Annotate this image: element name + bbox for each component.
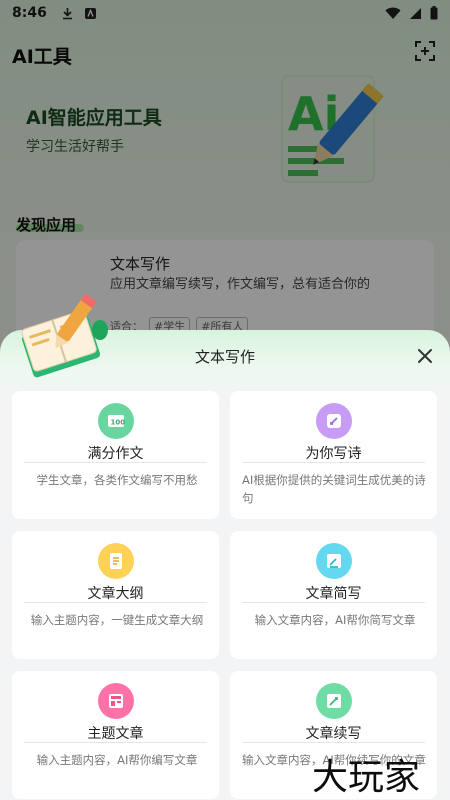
tool-name: 主题文章 [87, 726, 144, 742]
divider [242, 742, 425, 743]
tool-card-full-score-essay[interactable]: 100 满分作文 学生文章，各类作文编写不用愁 [12, 391, 219, 519]
tool-name: 文章续写 [305, 726, 362, 742]
tool-desc: 输入主题内容，一键生成文章大纲 [30, 613, 204, 627]
tool-card-article-simplify[interactable]: 文章简写 输入文章内容，AI帮你简写文章 [230, 531, 437, 659]
tool-desc: AI根据你提供的关键词生成优美的诗句 [242, 473, 426, 505]
poem-icon [316, 403, 352, 439]
topic-icon [98, 683, 134, 719]
outline-icon [98, 543, 134, 579]
tool-desc: 输入文章内容，AI帮你简写文章 [254, 613, 416, 627]
tool-name: 文章简写 [305, 586, 362, 602]
svg-text:100: 100 [111, 419, 126, 427]
divider [24, 742, 207, 743]
tool-name: 文章大纲 [87, 586, 144, 602]
divider [242, 462, 425, 463]
divider [24, 602, 207, 603]
tool-name: 为你写诗 [305, 446, 362, 462]
essay-icon: 100 [98, 403, 134, 439]
tool-desc: 学生文章，各类作文编写不用愁 [36, 473, 198, 487]
watermark-text: 大玩家 [312, 757, 421, 798]
tool-card-write-poem[interactable]: 为你写诗 AI根据你提供的关键词生成优美的诗句 [230, 391, 437, 519]
sheet-title: 文本写作 [194, 348, 255, 366]
divider [24, 462, 207, 463]
book-pencil-illustration [21, 293, 108, 378]
tool-desc: 输入主题内容，AI帮你编写文章 [36, 753, 198, 767]
simplify-icon [316, 543, 352, 579]
close-icon[interactable] [414, 345, 436, 367]
tool-card-topic-article[interactable]: 主题文章 输入主题内容，AI帮你编写文章 [12, 671, 219, 799]
tool-name: 满分作文 [87, 446, 144, 462]
divider [242, 602, 425, 603]
continue-icon [316, 683, 352, 719]
tool-card-article-outline[interactable]: 文章大纲 输入主题内容，一键生成文章大纲 [12, 531, 219, 659]
